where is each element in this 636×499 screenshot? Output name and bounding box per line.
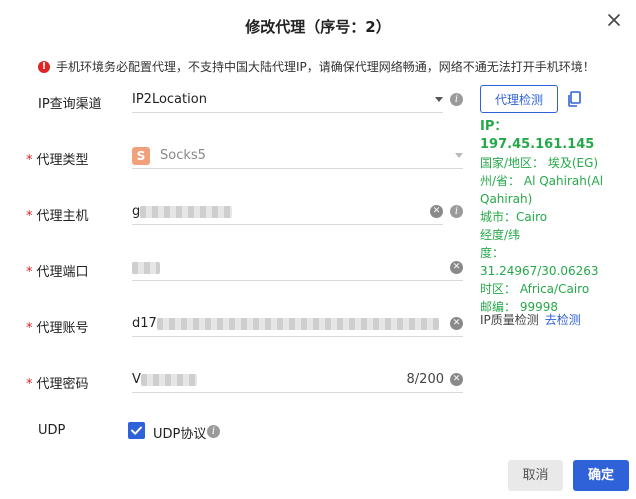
proxy-type-value: Socks5 [160, 148, 206, 163]
alert-icon: ! [38, 60, 50, 73]
proxy-host-label: * 代理主机 [26, 209, 89, 224]
proxy-type-select[interactable]: S Socks5 [132, 143, 463, 169]
proxy-account-value: d17 [132, 316, 450, 331]
clear-icon[interactable]: ✕ [450, 261, 463, 274]
channel-select[interactable]: IP2Location [132, 87, 443, 113]
chevron-down-icon [455, 153, 463, 158]
host-info-icon[interactable]: i [450, 205, 463, 218]
latlng-label: 经度/纬 [480, 228, 521, 242]
udp-label: UDP [38, 423, 66, 438]
ip-quality: IP质量检测 去检测 [480, 311, 581, 328]
close-icon[interactable] [606, 12, 622, 28]
required-mark: * [26, 265, 33, 280]
proxy-port-value [132, 260, 450, 275]
proxy-check-result: IP：197.45.161.145 国家/地区： 埃及(EG) 州/省： Al … [480, 118, 612, 316]
country: 国家/地区： 埃及(EG) [480, 156, 599, 170]
required-mark: * [26, 321, 33, 336]
udp-info-icon[interactable]: i [207, 425, 220, 438]
proxy-warning: ! 手机环境务必配置代理，不支持中国大陆代理IP，请确保代理网络畅通，网络不通无… [38, 58, 595, 75]
clear-icon[interactable]: ✕ [450, 373, 463, 386]
udp-checkbox-label: UDP协议 [153, 427, 207, 442]
required-mark: * [26, 153, 33, 168]
copy-icon[interactable] [567, 91, 581, 107]
dialog-title: 修改代理（序号：2） [245, 18, 391, 36]
proxy-password-value: V [132, 372, 407, 387]
chevron-down-icon [435, 97, 443, 102]
proxy-account-label: * 代理账号 [26, 321, 89, 336]
redacted-value [156, 317, 439, 330]
required-mark: * [26, 209, 33, 224]
proxy-type-label: * 代理类型 [26, 153, 89, 168]
redacted-value [140, 373, 197, 386]
city: 城市：Cairo [480, 210, 548, 224]
proxy-port-label: * 代理端口 [26, 265, 89, 280]
channel-label: IP查询渠道 [38, 97, 102, 112]
proxy-port-input[interactable]: ✕ [132, 255, 463, 281]
checkmark-icon [131, 426, 142, 435]
required-mark: * [26, 377, 33, 392]
proxy-account-input[interactable]: d17 ✕ [132, 311, 463, 337]
clear-icon[interactable]: ✕ [450, 317, 463, 330]
warning-text: 手机环境务必配置代理，不支持中国大陆代理IP，请确保代理网络畅通，网络不通无法打… [56, 60, 595, 74]
proxy-password-label: * 代理密码 [26, 377, 89, 392]
channel-info-icon[interactable]: i [450, 93, 463, 106]
latlng: 度： 31.24967/30.06263 [480, 246, 599, 278]
ip-quality-label: IP质量检测 [480, 313, 539, 327]
udp-checkbox[interactable] [128, 422, 145, 439]
proxy-password-input[interactable]: V 8/200 ✕ [132, 367, 463, 393]
clear-icon[interactable]: ✕ [430, 205, 443, 218]
cancel-button[interactable]: 取消 [508, 460, 563, 491]
channel-value: IP2Location [132, 92, 207, 107]
ip-address: IP：197.45.161.145 [480, 119, 595, 152]
redacted-value [140, 205, 233, 218]
ip-quality-link[interactable]: 去检测 [545, 313, 581, 327]
proxy-host-value: g [132, 204, 430, 219]
confirm-button[interactable]: 确定 [573, 460, 629, 491]
region: 州/省： Al Qahirah(Al Qahirah) [480, 174, 604, 206]
redacted-value [132, 261, 160, 274]
char-counter: 8/200 [406, 372, 444, 387]
proxy-check-button[interactable]: 代理检测 [480, 85, 558, 113]
timezone: 时区： Africa/Cairo [480, 282, 590, 296]
socks5-icon: S [132, 146, 150, 165]
proxy-host-input[interactable]: g ✕ [132, 199, 443, 225]
edit-proxy-dialog: 修改代理（序号：2） ! 手机环境务必配置代理，不支持中国大陆代理IP，请确保代… [0, 0, 636, 499]
